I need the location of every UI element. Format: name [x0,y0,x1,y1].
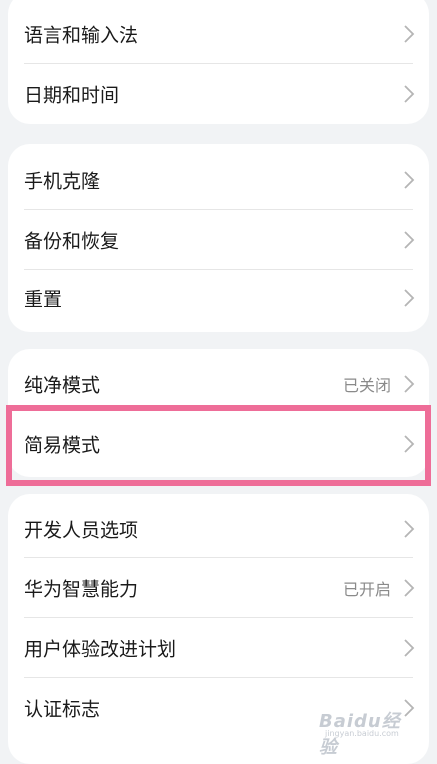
settings-item-language-input[interactable]: 语言和输入法 [8,0,429,64]
settings-group-3: 纯净模式 已关闭 简易模式 [8,349,429,477]
settings-item-label: 用户体验改进计划 [24,638,177,661]
settings-item-simple-mode[interactable]: 简易模式 [8,412,429,477]
chevron-right-icon [404,289,415,307]
settings-item-label: 手机克隆 [24,170,101,193]
settings-group-1: 语言和输入法 日期和时间 [8,0,429,124]
settings-item-backup-restore[interactable]: 备份和恢复 [8,210,429,270]
chevron-right-icon [404,171,415,189]
chevron-right-icon [404,579,415,597]
settings-item-label: 日期和时间 [24,84,120,107]
settings-item-label: 纯净模式 [24,374,101,397]
chevron-right-icon [404,25,415,43]
watermark-subtext: jingyan.baidu.com [325,729,399,738]
chevron-right-icon [404,639,415,657]
settings-item-label: 备份和恢复 [24,230,120,253]
settings-item-huawei-intelligence[interactable]: 华为智慧能力 已开启 [8,558,429,618]
settings-item-pure-mode[interactable]: 纯净模式 已关闭 [8,349,429,412]
settings-item-label: 认证标志 [24,698,101,721]
settings-item-value: 已开启 [342,580,391,599]
chevron-right-icon [404,520,415,538]
settings-item-label: 简易模式 [24,434,101,457]
chevron-right-icon [404,231,415,249]
settings-item-phone-clone[interactable]: 手机克隆 [8,144,429,210]
settings-item-label: 开发人员选项 [24,519,139,542]
settings-item-label: 重置 [24,288,63,311]
baidu-jingyan-watermark: Baidu经验 jingyan.baidu.com [319,707,415,758]
chevron-right-icon [404,435,415,453]
settings-item-developer-options[interactable]: 开发人员选项 [8,494,429,558]
settings-item-value: 已关闭 [342,376,391,395]
settings-group-2: 手机克隆 备份和恢复 重置 [8,144,429,332]
settings-item-date-time[interactable]: 日期和时间 [8,64,429,124]
settings-item-reset[interactable]: 重置 [8,270,429,332]
settings-item-user-experience[interactable]: 用户体验改进计划 [8,618,429,678]
chevron-right-icon [404,85,415,103]
settings-item-label: 语言和输入法 [24,24,139,47]
chevron-right-icon [404,375,415,393]
settings-item-label: 华为智慧能力 [24,578,139,601]
